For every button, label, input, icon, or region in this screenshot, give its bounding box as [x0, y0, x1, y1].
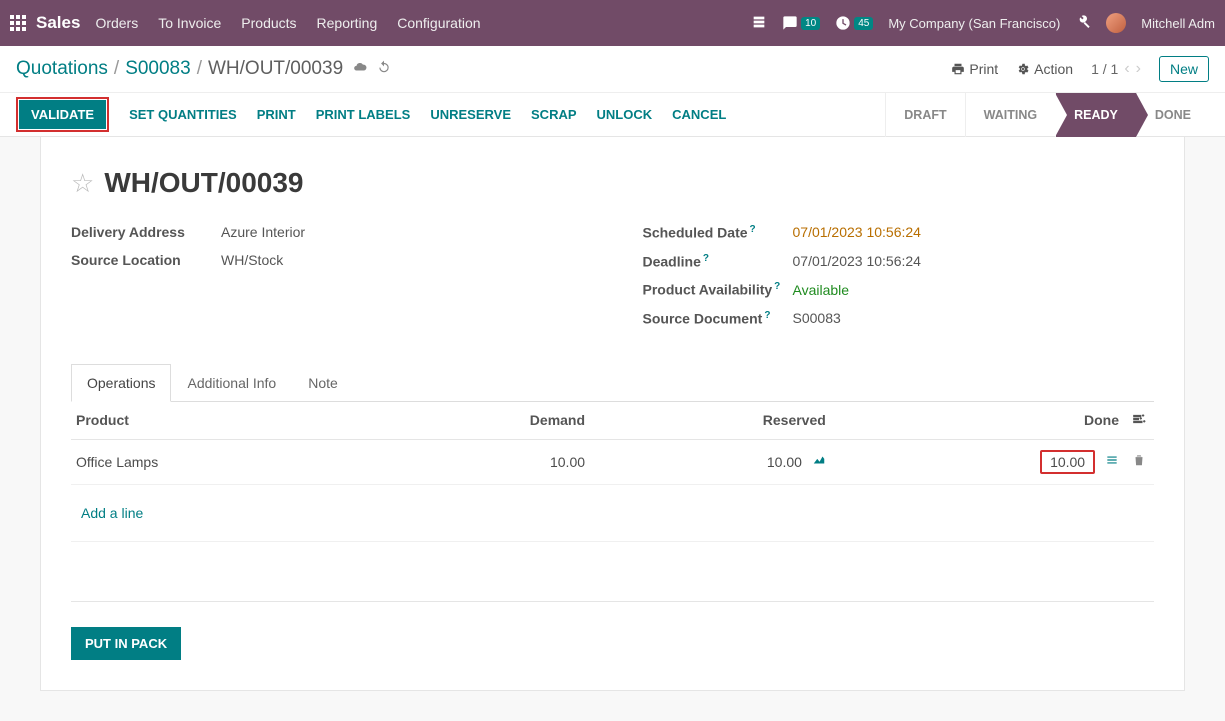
nav-reporting[interactable]: Reporting: [317, 15, 378, 31]
unlock-button[interactable]: UNLOCK: [597, 107, 653, 122]
validate-button[interactable]: VALIDATE: [19, 100, 106, 129]
nav-orders[interactable]: Orders: [95, 15, 138, 31]
pager-next[interactable]: ›: [1136, 60, 1141, 78]
breadcrumb-row: Quotations / S00083 / WH/OUT/00039 Print…: [0, 46, 1225, 93]
label-availability: Product Availability?: [643, 281, 793, 298]
company-name[interactable]: My Company (San Francisco): [888, 16, 1060, 31]
cell-delete[interactable]: [1124, 439, 1154, 484]
label-delivery-address: Delivery Address: [71, 224, 221, 240]
topbar-right: 10 45 My Company (San Francisco) Mitchel…: [751, 13, 1215, 33]
tabs: Operations Additional Info Note: [71, 364, 1154, 402]
topbar: Sales Orders To Invoice Products Reporti…: [0, 0, 1225, 46]
print-labels-button[interactable]: PRINT LABELS: [316, 107, 411, 122]
user-name[interactable]: Mitchell Adm: [1141, 16, 1215, 31]
tray-icon[interactable]: [751, 14, 767, 33]
tab-additional-info[interactable]: Additional Info: [171, 364, 292, 401]
breadcrumb: Quotations / S00083 / WH/OUT/00039: [16, 58, 391, 80]
label-scheduled-date: Scheduled Date?: [643, 224, 793, 241]
trash-icon[interactable]: [1132, 454, 1146, 470]
th-reserved[interactable]: Reserved: [590, 402, 831, 440]
value-source-document[interactable]: S00083: [793, 310, 841, 326]
bc-current: WH/OUT/00039: [208, 58, 343, 80]
value-deadline: 07/01/2023 10:56:24: [793, 253, 921, 269]
fields-left: Delivery Address Azure Interior Source L…: [71, 224, 583, 339]
cell-demand[interactable]: 10.00: [375, 439, 590, 484]
scrap-button[interactable]: SCRAP: [531, 107, 577, 122]
unreserve-button[interactable]: UNRESERVE: [430, 107, 511, 122]
print-label: Print: [969, 61, 998, 77]
cell-done[interactable]: 10.00: [831, 439, 1124, 484]
fields: Delivery Address Azure Interior Source L…: [71, 224, 1154, 339]
activities-icon[interactable]: 45: [835, 15, 873, 31]
validate-highlight: VALIDATE: [16, 97, 109, 132]
cell-reserved[interactable]: 10.00: [590, 439, 831, 484]
bc-sep: /: [114, 58, 119, 80]
avatar[interactable]: [1106, 13, 1126, 33]
status-ready[interactable]: READY: [1055, 93, 1136, 137]
messages-icon[interactable]: 10: [782, 15, 820, 31]
label-source-document: Source Document?: [643, 310, 793, 327]
pager-prev[interactable]: ‹: [1124, 60, 1129, 78]
bc-quotations[interactable]: Quotations: [16, 58, 108, 80]
add-line[interactable]: Add a line: [76, 495, 148, 531]
statusbar: DRAFT WAITING READY DONE: [885, 93, 1209, 137]
page-title: WH/OUT/00039: [104, 167, 303, 199]
actionbar-left: VALIDATE SET QUANTITIES PRINT PRINT LABE…: [16, 97, 726, 132]
operations-table: Product Demand Reserved Done Office Lamp…: [71, 402, 1154, 602]
tab-note[interactable]: Note: [292, 364, 354, 401]
fields-right: Scheduled Date? 07/01/2023 10:56:24 Dead…: [643, 224, 1155, 339]
table-row[interactable]: Office Lamps 10.00 10.00 10.00: [71, 439, 1154, 484]
print-button[interactable]: PRINT: [257, 107, 296, 122]
title-row: ☆ WH/OUT/00039: [71, 167, 1154, 199]
tools-icon[interactable]: [1075, 14, 1091, 33]
value-source-location[interactable]: WH/Stock: [221, 252, 283, 268]
pager: 1 / 1 ‹ ›: [1091, 60, 1141, 78]
brand[interactable]: Sales: [36, 13, 80, 33]
bc-order[interactable]: S00083: [125, 58, 191, 80]
action-menu[interactable]: Action: [1016, 61, 1073, 77]
messages-badge: 10: [801, 17, 820, 30]
print-action[interactable]: Print: [951, 61, 998, 77]
action-label: Action: [1034, 61, 1073, 77]
th-product[interactable]: Product: [71, 402, 375, 440]
status-draft[interactable]: DRAFT: [885, 93, 964, 137]
tab-operations[interactable]: Operations: [71, 364, 171, 402]
nav-items: Orders To Invoice Products Reporting Con…: [95, 15, 751, 31]
undo-icon[interactable]: [377, 60, 391, 78]
cell-product[interactable]: Office Lamps: [71, 439, 375, 484]
sliders-icon: [1132, 412, 1146, 426]
value-scheduled-date[interactable]: 07/01/2023 10:56:24: [793, 224, 921, 240]
th-done[interactable]: Done: [831, 402, 1124, 440]
put-in-pack-button[interactable]: PUT IN PACK: [71, 627, 181, 660]
nav-products[interactable]: Products: [241, 15, 296, 31]
pager-text: 1 / 1: [1091, 61, 1118, 77]
activities-badge: 45: [854, 17, 873, 30]
cloud-icon[interactable]: [353, 60, 367, 78]
forecast-icon[interactable]: [812, 455, 826, 470]
new-button[interactable]: New: [1159, 56, 1209, 82]
th-demand[interactable]: Demand: [375, 402, 590, 440]
br-actions: Print Action 1 / 1 ‹ › New: [951, 56, 1209, 82]
label-deadline: Deadline?: [643, 253, 793, 270]
actionbar: VALIDATE SET QUANTITIES PRINT PRINT LABE…: [0, 93, 1225, 137]
value-delivery-address[interactable]: Azure Interior: [221, 224, 305, 240]
detail-icon[interactable]: [1105, 455, 1119, 470]
bc-sep: /: [197, 58, 202, 80]
status-waiting[interactable]: WAITING: [965, 93, 1055, 137]
apps-icon[interactable]: [10, 15, 26, 31]
label-source-location: Source Location: [71, 252, 221, 268]
cancel-button[interactable]: CANCEL: [672, 107, 726, 122]
star-icon[interactable]: ☆: [71, 168, 94, 199]
th-options[interactable]: [1124, 402, 1154, 440]
nav-configuration[interactable]: Configuration: [397, 15, 480, 31]
set-quantities-button[interactable]: SET QUANTITIES: [129, 107, 237, 122]
done-highlight: 10.00: [1040, 450, 1095, 474]
value-availability: Available: [793, 282, 850, 298]
nav-to-invoice[interactable]: To Invoice: [158, 15, 221, 31]
form-sheet: ☆ WH/OUT/00039 Delivery Address Azure In…: [40, 137, 1185, 691]
